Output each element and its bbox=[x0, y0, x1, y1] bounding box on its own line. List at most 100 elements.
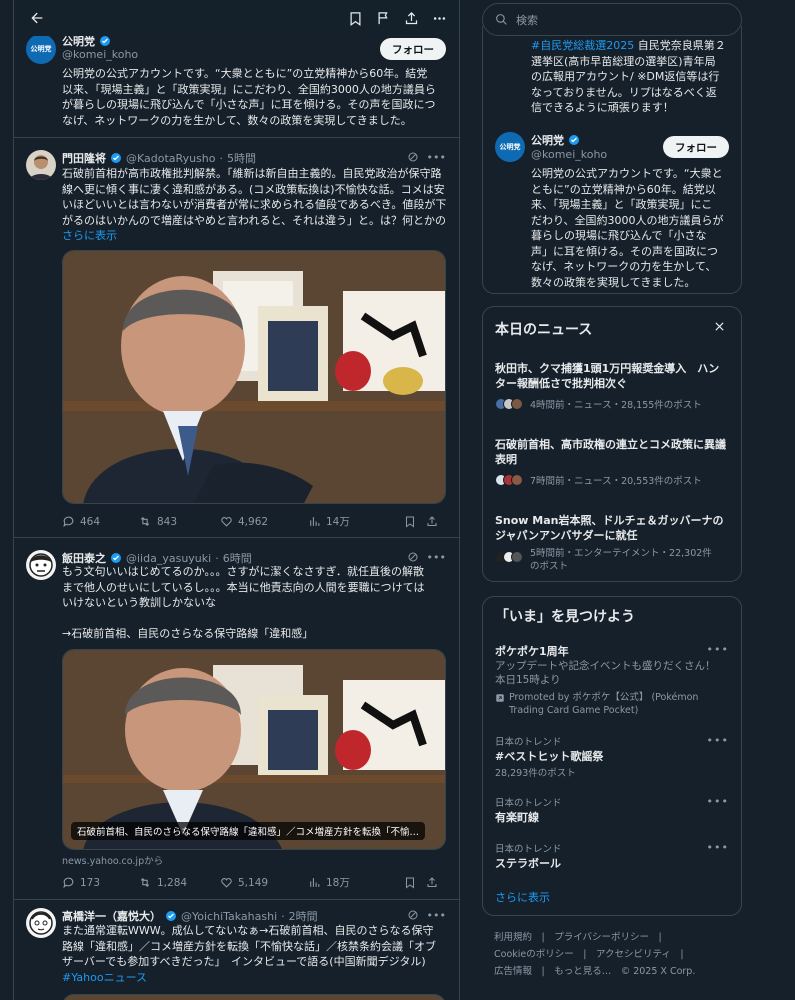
more-icon[interactable]: ••• bbox=[427, 151, 446, 164]
verified-icon bbox=[569, 135, 579, 145]
show-more-link[interactable]: さらに表示 bbox=[62, 228, 454, 244]
more-icon[interactable]: ••• bbox=[427, 909, 446, 922]
more-icon[interactable] bbox=[428, 7, 450, 29]
topbar bbox=[14, 0, 459, 36]
timestamp[interactable]: 5時間 bbox=[227, 150, 256, 166]
grok-icon[interactable] bbox=[407, 151, 419, 163]
author-handle[interactable]: @KadotaRyusho bbox=[126, 152, 215, 165]
card-domain[interactable]: news.yahoo.co.jpから bbox=[62, 853, 163, 867]
avatar[interactable] bbox=[26, 550, 56, 580]
bookmark-button[interactable] bbox=[404, 876, 426, 889]
grok-icon[interactable] bbox=[407, 909, 419, 921]
retweet-icon bbox=[140, 516, 150, 527]
footer-row[interactable]: Cookieのポリシー | アクセシビリティ | bbox=[494, 946, 734, 963]
author-handle[interactable]: @iida_yasuyuki bbox=[126, 552, 211, 565]
follow-button[interactable]: フォロー bbox=[380, 38, 446, 60]
show-more-link[interactable]: さらに表示 bbox=[495, 889, 550, 905]
profile-handle[interactable]: @komei_koho bbox=[62, 48, 138, 61]
card-caption: 石破前首相、自民のさらなる保守路線「違和感」／コメ増産方針を転換「不愉… bbox=[71, 822, 426, 840]
promoted-icon bbox=[496, 694, 504, 702]
heart-icon bbox=[221, 878, 232, 888]
grok-icon[interactable] bbox=[407, 551, 419, 563]
left-gutter bbox=[0, 0, 14, 1000]
tweet-photo[interactable] bbox=[62, 250, 446, 504]
author-name[interactable]: 門田隆将 bbox=[62, 150, 106, 166]
views-icon bbox=[310, 878, 320, 887]
link-card[interactable]: 石破前首相、自民のさらなる保守路線「違和感」／コメ増産方針を転換「不愉… bbox=[62, 649, 446, 850]
main-timeline: 公明党 公明党 @komei_koho フォロー 公明党の公式アカウントです。“… bbox=[13, 0, 460, 1000]
profile-name[interactable]: 公明党 bbox=[531, 132, 564, 148]
like-button[interactable]: 4,962 bbox=[220, 515, 308, 528]
more-icon[interactable]: ••• bbox=[707, 643, 729, 656]
profile-card: 公明党 公明党 @komei_koho フォロー 公明党の公式アカウントです。“… bbox=[14, 30, 459, 138]
avatar-stack bbox=[495, 551, 523, 563]
reply-icon bbox=[63, 877, 74, 889]
footer-row[interactable]: 広告情報 | もっと見る… © 2025 X Corp. bbox=[494, 963, 734, 980]
verified-icon bbox=[100, 36, 110, 46]
profile-handle[interactable]: @komei_koho bbox=[531, 148, 607, 161]
heart-icon bbox=[221, 517, 232, 527]
flag-icon[interactable] bbox=[372, 7, 394, 29]
komei-avatar[interactable]: 公明党 bbox=[495, 132, 525, 162]
more-icon[interactable]: ••• bbox=[707, 841, 729, 854]
author-handle[interactable]: @YoichiTakahashi bbox=[181, 910, 277, 923]
more-icon[interactable]: ••• bbox=[707, 734, 729, 747]
bookmark-icon[interactable] bbox=[344, 7, 366, 29]
avatar-stack bbox=[495, 474, 523, 486]
timestamp[interactable]: 2時間 bbox=[289, 908, 318, 924]
account-bio: #自民党総裁選2025 自民党奈良県第２ 選挙区(高市早苗総理の選挙区)青年局 … bbox=[531, 39, 726, 114]
reply-button[interactable]: 464 bbox=[62, 515, 138, 528]
avatar[interactable] bbox=[26, 908, 56, 938]
views-icon bbox=[310, 517, 320, 526]
retweet-icon bbox=[140, 877, 150, 888]
views-button[interactable]: 14万 bbox=[308, 514, 404, 529]
hashtag-link[interactable]: #自民党総裁選2025 bbox=[531, 39, 634, 52]
profile-bio: 公明党の公式アカウントです。“大衆と ともに”の立党精神から60年。結党以 来、… bbox=[531, 167, 724, 289]
reply-icon bbox=[63, 516, 74, 528]
avatar-stack bbox=[495, 398, 523, 410]
tweet-iida[interactable]: 飯田泰之 @iida_yasuyuki · 6時間 ••• もう文句いいはじめて… bbox=[14, 538, 459, 900]
panel-title: 本日のニュース bbox=[495, 322, 593, 338]
retweet-button[interactable]: 843 bbox=[138, 515, 220, 528]
arrow-left-icon[interactable] bbox=[26, 7, 48, 29]
author-name[interactable]: 高橋洋一（嘉悦大） bbox=[62, 908, 161, 924]
reply-button[interactable]: 173 bbox=[62, 876, 138, 889]
profile-bio: 公明党の公式アカウントです。“大衆とともに”の立党精神から60年。結党 以来、「… bbox=[62, 67, 436, 127]
tweet-actions: 464 843 4,962 14万 bbox=[62, 514, 446, 529]
tweet-text: もう文句いいはじめてるのか。。。さすがに潔くなさすぎ．就任直後の解散 まで他人の… bbox=[62, 565, 425, 640]
tweet-text: また通常運転WWW。成仏してないなぁ→石破前首相、自民のさらなる保守 路線「違和… bbox=[62, 923, 454, 985]
trends-panel: 「いま」を見つけよう ポケポケ1周年 ••• アップデートや記念イベントも盛りだ… bbox=[482, 596, 742, 916]
share-icon bbox=[427, 516, 437, 526]
tweet-actions: 173 1,284 5,149 18万 bbox=[62, 875, 446, 890]
footer-row[interactable]: 利用規約 | プライバシーポリシー | bbox=[494, 929, 734, 946]
avatar[interactable] bbox=[26, 150, 56, 180]
views-button[interactable]: 18万 bbox=[308, 875, 404, 890]
verified-icon bbox=[111, 153, 121, 163]
tweet-kadota[interactable]: 門田隆将 @KadotaRyusho · 5時間 ••• 石破前首相が高市政権批… bbox=[14, 138, 459, 538]
hashtag-link[interactable]: #Yahooニュース bbox=[62, 970, 454, 986]
follow-button[interactable]: フォロー bbox=[663, 136, 729, 158]
bookmark-icon bbox=[406, 516, 414, 528]
share-button[interactable] bbox=[426, 876, 438, 889]
share-button[interactable] bbox=[426, 515, 438, 528]
komei-avatar[interactable]: 公明党 bbox=[26, 34, 56, 64]
bookmark-button[interactable] bbox=[404, 515, 426, 528]
verified-icon bbox=[111, 553, 121, 563]
panel-title: 「いま」を見つけよう bbox=[495, 609, 635, 625]
tweet-photo[interactable] bbox=[62, 994, 446, 1000]
retweet-button[interactable]: 1,284 bbox=[138, 876, 220, 889]
more-icon[interactable]: ••• bbox=[427, 551, 446, 564]
news-panel: 本日のニュース 秋田市、クマ捕獲1頭1万円報奨金導入 ハン ター報酬低さで批判相… bbox=[482, 306, 742, 582]
tweet-text: 石破前首相が高市政権批判解禁。「維新は新自由主義的。自民党政治が保守路 線へ更に… bbox=[62, 166, 454, 244]
tweet-takahashi[interactable]: 高橋洋一（嘉悦大） @YoichiTakahashi · 2時間 ••• また通… bbox=[14, 900, 459, 1000]
verified-icon bbox=[166, 911, 176, 921]
search-icon bbox=[496, 14, 507, 25]
more-icon[interactable]: ••• bbox=[707, 795, 729, 808]
share-icon bbox=[427, 877, 437, 887]
bookmark-icon bbox=[406, 877, 414, 889]
like-button[interactable]: 5,149 bbox=[220, 876, 308, 889]
profile-panel: #自民党総裁選2025 自民党奈良県第２ 選挙区(高市早苗総理の選挙区)青年局 … bbox=[482, 26, 742, 294]
share-icon[interactable] bbox=[400, 7, 422, 29]
footer-links: 利用規約 | プライバシーポリシー | Cookieのポリシー | アクセシビリ… bbox=[494, 929, 734, 980]
close-icon[interactable] bbox=[714, 321, 725, 332]
